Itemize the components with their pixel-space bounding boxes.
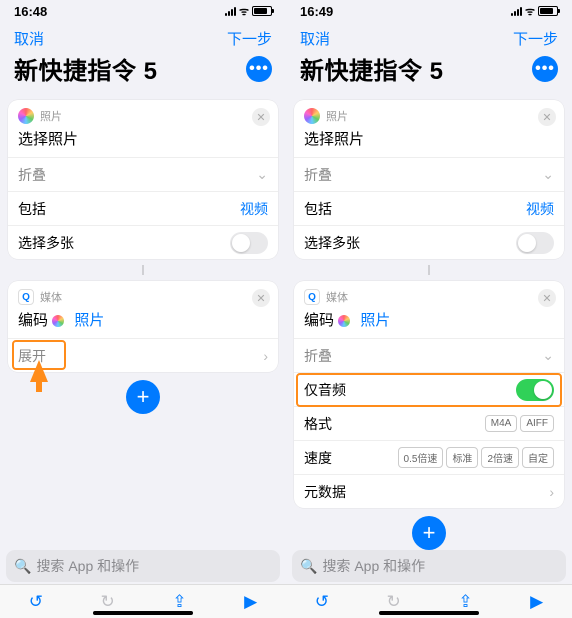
wifi-icon: ᯤ — [239, 4, 249, 19]
title-row: 新快捷指令 5 ••• — [0, 51, 286, 94]
photos-card: 照片 ✕ 选择照片 折叠 ⌄ 包括 视频 选择多张 — [8, 100, 278, 259]
collapse2-row[interactable]: 折叠 ⌄ — [294, 338, 564, 372]
chevron-down-icon: ⌄ — [542, 347, 554, 364]
screen-right: 16:49 ᯤ 取消 下一步 新快捷指令 5 ••• 照片 ✕ 选择照片 折叠 … — [286, 0, 572, 618]
photos-label: 照片 — [326, 108, 348, 124]
home-indicator — [379, 611, 479, 615]
audio-only-row: 仅音频 — [294, 372, 564, 406]
photos-card: 照片 ✕ 选择照片 折叠 ⌄ 包括 视频 选择多张 — [294, 100, 564, 259]
chevron-down-icon: ⌄ — [542, 166, 554, 183]
next-button[interactable]: 下一步 — [513, 28, 558, 49]
more-button[interactable]: ••• — [246, 56, 272, 82]
close-icon[interactable]: ✕ — [538, 108, 556, 126]
close-icon[interactable]: ✕ — [538, 289, 556, 307]
media-card: Q 媒体 ✕ 编码 照片 展开 › — [8, 281, 278, 372]
connector — [0, 265, 286, 275]
chevron-right-icon: › — [263, 348, 268, 364]
battery-icon — [252, 6, 272, 16]
include-row[interactable]: 包括 视频 — [294, 191, 564, 225]
action-title: 选择照片 — [8, 128, 278, 157]
metadata-row[interactable]: 元数据 › — [294, 474, 564, 508]
more-button[interactable]: ••• — [532, 56, 558, 82]
include-value[interactable]: 视频 — [240, 199, 268, 219]
battery-icon — [538, 6, 558, 16]
photos-label: 照片 — [40, 108, 62, 124]
format-options[interactable]: M4A AIFF — [485, 415, 554, 432]
multi-row: 选择多张 — [294, 225, 564, 259]
audio-toggle[interactable] — [516, 379, 554, 401]
photos-icon — [338, 315, 350, 327]
encode-title: 编码 照片 — [8, 309, 278, 338]
chevron-right-icon: › — [549, 484, 554, 500]
cancel-button[interactable]: 取消 — [300, 28, 330, 49]
search-icon: 🔍 — [300, 558, 317, 575]
page-title: 新快捷指令 5 — [300, 51, 444, 86]
include-row[interactable]: 包括 视频 — [8, 191, 278, 225]
multi-row: 选择多张 — [8, 225, 278, 259]
multi-toggle[interactable] — [230, 232, 268, 254]
status-bar: 16:48 ᯤ — [0, 0, 286, 22]
cellular-icon — [225, 7, 236, 16]
multi-toggle[interactable] — [516, 232, 554, 254]
play-button[interactable]: ▶ — [244, 592, 257, 612]
title-row: 新快捷指令 5 ••• — [286, 51, 572, 94]
redo-button: ↻ — [387, 592, 401, 612]
page-title: 新快捷指令 5 — [14, 51, 158, 86]
search-placeholder: 搜索 App 和操作 — [36, 556, 139, 576]
search-input[interactable]: 🔍 搜索 App 和操作 — [6, 550, 280, 582]
search-input[interactable]: 🔍 搜索 App 和操作 — [292, 550, 566, 582]
nav-bar: 取消 下一步 — [286, 22, 572, 51]
media-icon: Q — [18, 289, 34, 305]
format-row[interactable]: 格式 M4A AIFF — [294, 406, 564, 440]
media-icon: Q — [304, 289, 320, 305]
photos-icon — [18, 108, 34, 124]
action-title: 选择照片 — [294, 128, 564, 157]
status-icons: ᯤ — [511, 4, 558, 19]
share-button[interactable]: ⇪ — [458, 592, 472, 612]
undo-button[interactable]: ↺ — [29, 592, 43, 612]
add-button[interactable]: + — [126, 380, 160, 414]
cancel-button[interactable]: 取消 — [14, 28, 44, 49]
undo-button[interactable]: ↺ — [315, 592, 329, 612]
photos-icon — [52, 315, 64, 327]
media-card: Q 媒体 ✕ 编码 照片 折叠 ⌄ 仅音频 格式 M4A AIFF 速度 — [294, 281, 564, 508]
close-icon[interactable]: ✕ — [252, 289, 270, 307]
clock: 16:48 — [14, 4, 47, 19]
add-button[interactable]: + — [412, 516, 446, 550]
collapse-row[interactable]: 折叠 ⌄ — [294, 157, 564, 191]
redo-button: ↻ — [101, 592, 115, 612]
encode-title: 编码 照片 — [294, 309, 564, 338]
photos-icon — [304, 108, 320, 124]
speed-options[interactable]: 0.5倍速 标准 2倍速 自定 — [398, 447, 554, 468]
nav-bar: 取消 下一步 — [0, 22, 286, 51]
media-label: 媒体 — [40, 289, 62, 305]
close-icon[interactable]: ✕ — [252, 108, 270, 126]
play-button[interactable]: ▶ — [530, 592, 543, 612]
annotation-arrow — [30, 360, 48, 382]
status-icons: ᯤ — [225, 4, 272, 19]
search-icon: 🔍 — [14, 558, 31, 575]
cellular-icon — [511, 7, 522, 16]
include-value[interactable]: 视频 — [526, 199, 554, 219]
expand-row[interactable]: 展开 › — [8, 338, 278, 372]
chevron-down-icon: ⌄ — [256, 166, 268, 183]
share-button[interactable]: ⇪ — [172, 592, 186, 612]
search-placeholder: 搜索 App 和操作 — [322, 556, 425, 576]
clock: 16:49 — [300, 4, 333, 19]
screen-left: 16:48 ᯤ 取消 下一步 新快捷指令 5 ••• 照片 ✕ 选择照片 折叠 … — [0, 0, 286, 618]
media-label: 媒体 — [326, 289, 348, 305]
speed-row[interactable]: 速度 0.5倍速 标准 2倍速 自定 — [294, 440, 564, 474]
next-button[interactable]: 下一步 — [227, 28, 272, 49]
wifi-icon: ᯤ — [525, 4, 535, 19]
status-bar: 16:49 ᯤ — [286, 0, 572, 22]
collapse-row[interactable]: 折叠 ⌄ — [8, 157, 278, 191]
connector — [286, 265, 572, 275]
home-indicator — [93, 611, 193, 615]
